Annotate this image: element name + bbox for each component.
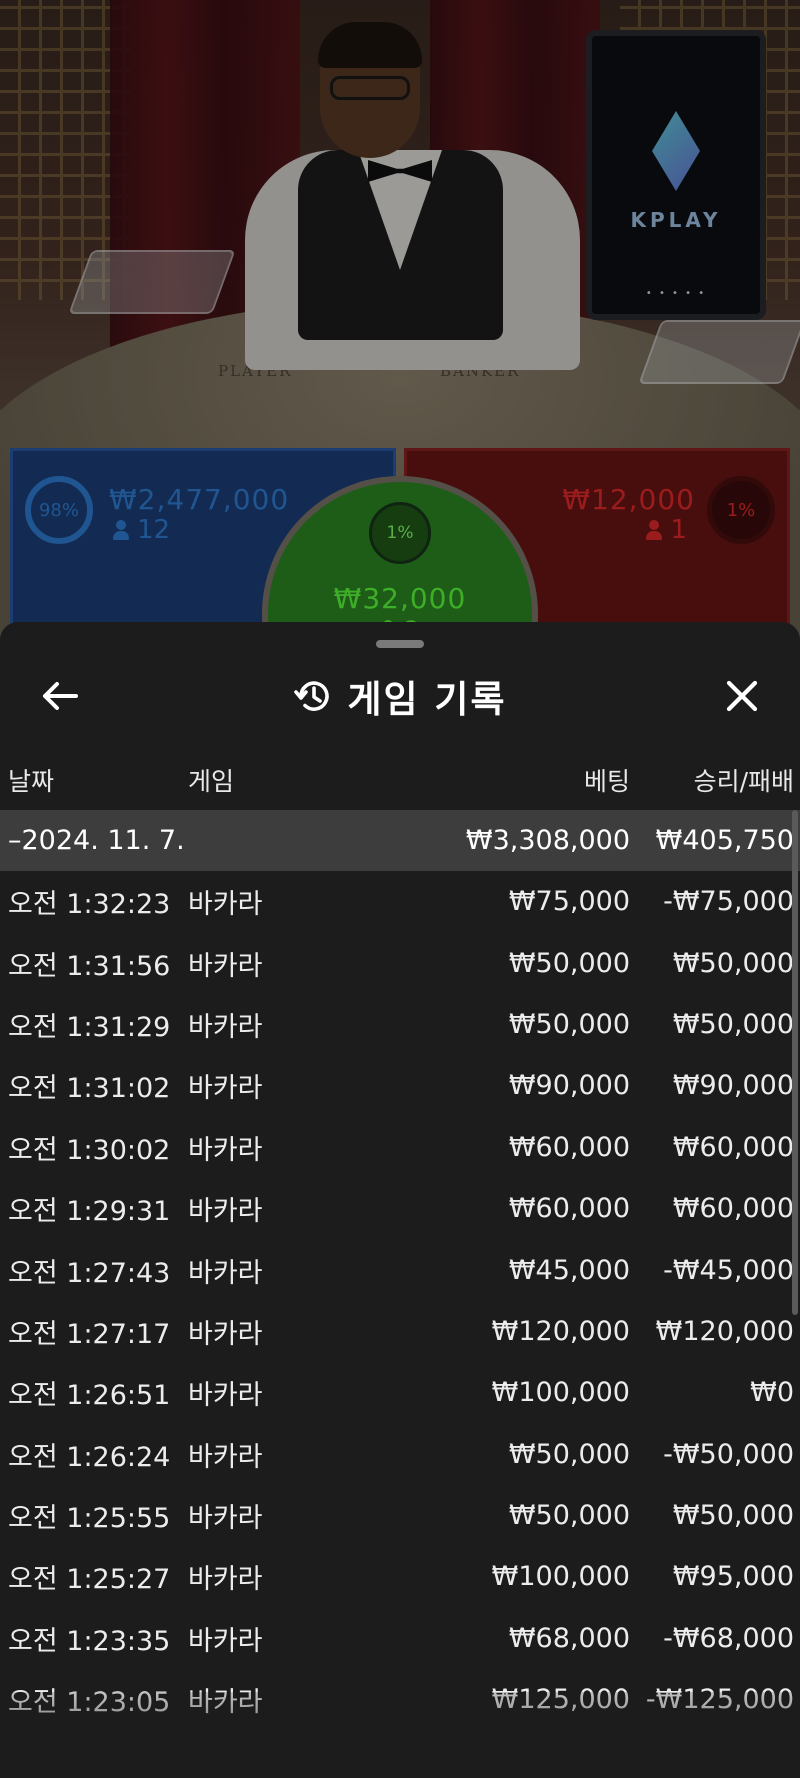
row-result: ₩95,000 — [672, 1561, 794, 1593]
row-bet: ₩100,000 — [491, 1377, 630, 1409]
table-row[interactable]: 오전 1:26:51 바카라 ₩100,000 ₩0 — [0, 1362, 800, 1423]
game-history-sheet: 게임 기록 날짜 게임 베팅 승리/패배 –2024. 11. 7. ₩3,30… — [0, 622, 800, 1778]
row-bet: ₩100,000 — [491, 1561, 630, 1593]
row-time: 오전 1:27:17 — [8, 1318, 171, 1350]
table-row[interactable]: 오전 1:25:55 바카라 ₩50,000 ₩50,000 — [0, 1485, 800, 1546]
column-header-date: 날짜 — [8, 767, 55, 796]
history-table: –2024. 11. 7. ₩3,308,000 ₩405,750 오전 1:3… — [0, 810, 800, 1730]
row-bet: ₩60,000 — [508, 1131, 630, 1163]
row-time: 오전 1:26:24 — [8, 1441, 171, 1473]
table-row[interactable]: 오전 1:31:56 바카라 ₩50,000 ₩50,000 — [0, 932, 800, 993]
row-time: 오전 1:27:43 — [8, 1257, 171, 1289]
live-dealer-video: PLAYER BANKER KPLAY • • • • • 98% ₩2,477… — [0, 0, 800, 640]
table-row[interactable]: 오전 1:26:24 바카라 ₩50,000 -₩50,000 — [0, 1424, 800, 1485]
close-button[interactable] — [714, 668, 770, 724]
date-group-row[interactable]: –2024. 11. 7. ₩3,308,000 ₩405,750 — [0, 810, 800, 871]
row-bet: ₩90,000 — [508, 1070, 630, 1102]
table-row[interactable]: 오전 1:31:29 바카라 ₩50,000 ₩50,000 — [0, 994, 800, 1055]
row-bet: ₩68,000 — [508, 1622, 630, 1654]
row-game: 바카라 — [188, 1564, 263, 1596]
row-result: -₩45,000 — [663, 1254, 794, 1286]
row-bet: ₩45,000 — [508, 1254, 630, 1286]
row-bet: ₩50,000 — [508, 947, 630, 979]
row-result: ₩0 — [750, 1377, 794, 1409]
history-row-list: 오전 1:32:23 바카라 ₩75,000 -₩75,000 오전 1:31:56 바카… — [0, 871, 800, 1730]
row-time: 오전 1:31:56 — [8, 950, 171, 982]
row-time: 오전 1:25:55 — [8, 1503, 171, 1535]
row-game: 바카라 — [188, 1380, 263, 1412]
column-header-result: 승리/패배 — [693, 767, 794, 796]
row-game: 바카라 — [188, 1011, 263, 1043]
row-result: ₩120,000 — [655, 1315, 794, 1347]
row-result: ₩50,000 — [672, 1008, 794, 1040]
row-result: ₩90,000 — [672, 1070, 794, 1102]
row-time: 오전 1:32:23 — [8, 889, 171, 921]
row-result: ₩50,000 — [672, 947, 794, 979]
row-time: 오전 1:31:29 — [8, 1011, 171, 1043]
row-bet: ₩50,000 — [508, 1008, 630, 1040]
row-time: 오전 1:29:31 — [8, 1196, 171, 1228]
row-game: 바카라 — [188, 1134, 263, 1166]
scrollbar[interactable] — [792, 810, 798, 1315]
row-result: ₩60,000 — [672, 1131, 794, 1163]
sheet-header: 게임 기록 — [0, 668, 800, 724]
row-game: 바카라 — [188, 1687, 263, 1719]
date-group-bet-total: ₩3,308,000 — [465, 825, 630, 856]
row-game: 바카라 — [188, 1441, 263, 1473]
table-row[interactable]: 오전 1:27:43 바카라 ₩45,000 -₩45,000 — [0, 1239, 800, 1300]
table-row[interactable]: 오전 1:25:27 바카라 ₩100,000 ₩95,000 — [0, 1546, 800, 1607]
row-result: -₩68,000 — [663, 1622, 794, 1654]
sheet-drag-handle[interactable] — [376, 640, 424, 648]
row-bet: ₩125,000 — [491, 1684, 630, 1716]
row-bet: ₩60,000 — [508, 1193, 630, 1225]
row-result: ₩60,000 — [672, 1193, 794, 1225]
row-time: 오전 1:23:05 — [8, 1687, 171, 1719]
row-result: -₩50,000 — [663, 1438, 794, 1470]
row-bet: ₩50,000 — [508, 1438, 630, 1470]
row-result: ₩50,000 — [672, 1500, 794, 1532]
row-game: 바카라 — [188, 950, 263, 982]
row-game: 바카라 — [188, 1318, 263, 1350]
row-game: 바카라 — [188, 1073, 263, 1105]
row-time: 오전 1:26:51 — [8, 1380, 171, 1412]
row-time: 오전 1:25:27 — [8, 1564, 171, 1596]
table-row[interactable]: 오전 1:32:23 바카라 ₩75,000 -₩75,000 — [0, 871, 800, 932]
row-time: 오전 1:30:02 — [8, 1134, 171, 1166]
history-icon — [294, 681, 330, 711]
column-header-bet: 베팅 — [583, 767, 630, 796]
date-group-label: –2024. 11. 7. — [8, 825, 185, 856]
table-row[interactable]: 오전 1:23:05 바카라 ₩125,000 -₩125,000 — [0, 1669, 800, 1730]
row-result: -₩75,000 — [663, 886, 794, 918]
row-bet: ₩75,000 — [508, 886, 630, 918]
table-row[interactable]: 오전 1:30:02 바카라 ₩60,000 ₩60,000 — [0, 1117, 800, 1178]
table-row[interactable]: 오전 1:31:02 바카라 ₩90,000 ₩90,000 — [0, 1055, 800, 1116]
close-icon — [726, 680, 758, 712]
row-bet: ₩120,000 — [491, 1315, 630, 1347]
column-header-game: 게임 — [188, 767, 235, 796]
table-row[interactable]: 오전 1:29:31 바카라 ₩60,000 ₩60,000 — [0, 1178, 800, 1239]
row-time: 오전 1:23:35 — [8, 1625, 171, 1657]
row-game: 바카라 — [188, 1257, 263, 1289]
table-row[interactable]: 오전 1:27:17 바카라 ₩120,000 ₩120,000 — [0, 1301, 800, 1362]
row-game: 바카라 — [188, 1625, 263, 1657]
row-game: 바카라 — [188, 889, 263, 921]
row-time: 오전 1:31:02 — [8, 1073, 171, 1105]
row-result: -₩125,000 — [645, 1684, 794, 1716]
sheet-title: 게임 기록 — [347, 678, 507, 721]
date-group-result-total: ₩405,750 — [655, 825, 794, 856]
row-game: 바카라 — [188, 1503, 263, 1535]
table-row[interactable]: 오전 1:23:35 바카라 ₩68,000 -₩68,000 — [0, 1608, 800, 1669]
video-dim-overlay — [0, 0, 800, 640]
row-bet: ₩50,000 — [508, 1500, 630, 1532]
row-game: 바카라 — [188, 1196, 263, 1228]
